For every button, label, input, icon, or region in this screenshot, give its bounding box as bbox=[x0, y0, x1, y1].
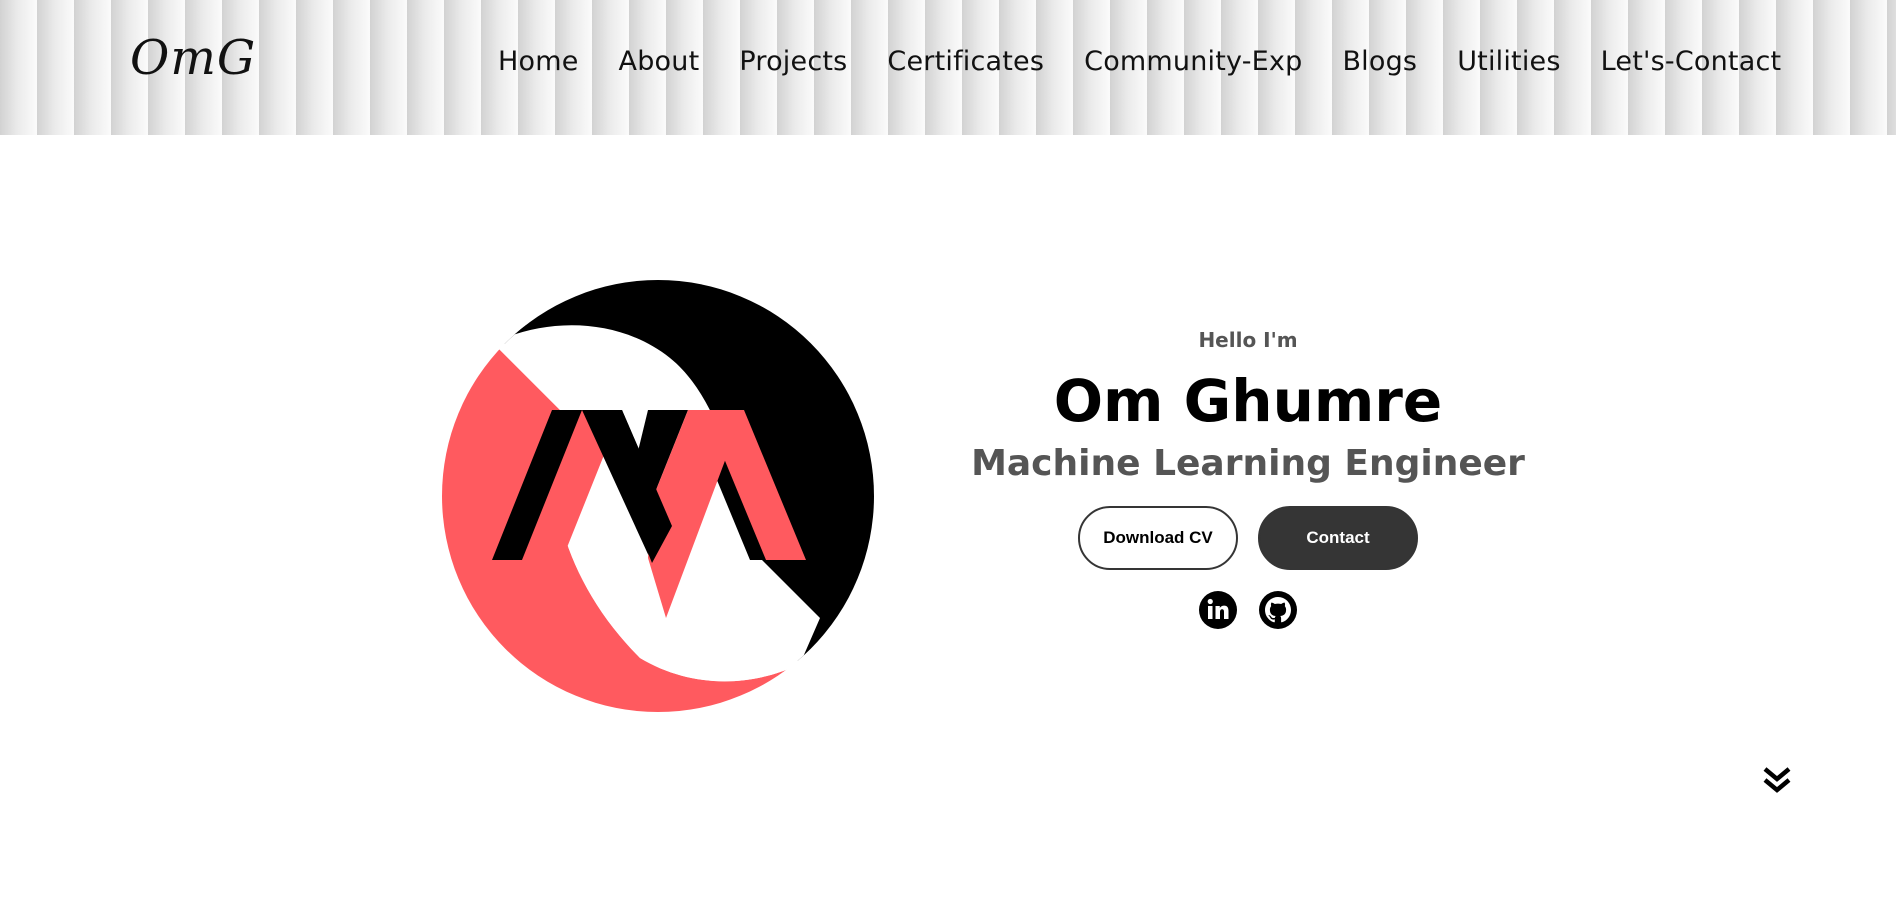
nav-about[interactable]: About bbox=[619, 48, 700, 75]
person-name: Om Ghumre bbox=[1053, 367, 1443, 435]
portfolio-page: OmG Home About Projects Certificates Com… bbox=[0, 0, 1896, 917]
site-header: OmG Home About Projects Certificates Com… bbox=[0, 0, 1896, 135]
linkedin-icon[interactable] bbox=[1198, 590, 1238, 630]
nav-projects[interactable]: Projects bbox=[739, 48, 847, 75]
nav-certificates[interactable]: Certificates bbox=[887, 48, 1044, 75]
nav-utilities[interactable]: Utilities bbox=[1457, 48, 1560, 75]
hero-buttons: Download CV Contact bbox=[1078, 506, 1418, 570]
double-chevron-down-icon[interactable] bbox=[1762, 766, 1792, 796]
download-cv-button[interactable]: Download CV bbox=[1078, 506, 1238, 570]
om-monogram-logo bbox=[442, 280, 874, 712]
nav-blogs[interactable]: Blogs bbox=[1342, 48, 1417, 75]
github-icon[interactable] bbox=[1258, 590, 1298, 630]
site-logo[interactable]: OmG bbox=[130, 34, 256, 82]
social-links bbox=[1198, 590, 1298, 630]
main-nav: Home About Projects Certificates Communi… bbox=[498, 48, 1781, 75]
contact-button[interactable]: Contact bbox=[1258, 506, 1418, 570]
nav-home[interactable]: Home bbox=[498, 48, 579, 75]
greeting-text: Hello I'm bbox=[1198, 328, 1298, 352]
nav-community-exp[interactable]: Community-Exp bbox=[1084, 48, 1302, 75]
job-title: Machine Learning Engineer bbox=[971, 443, 1525, 484]
nav-lets-contact[interactable]: Let's-Contact bbox=[1601, 48, 1782, 75]
hero-intro: Hello I'm Om Ghumre Machine Learning Eng… bbox=[948, 330, 1548, 630]
